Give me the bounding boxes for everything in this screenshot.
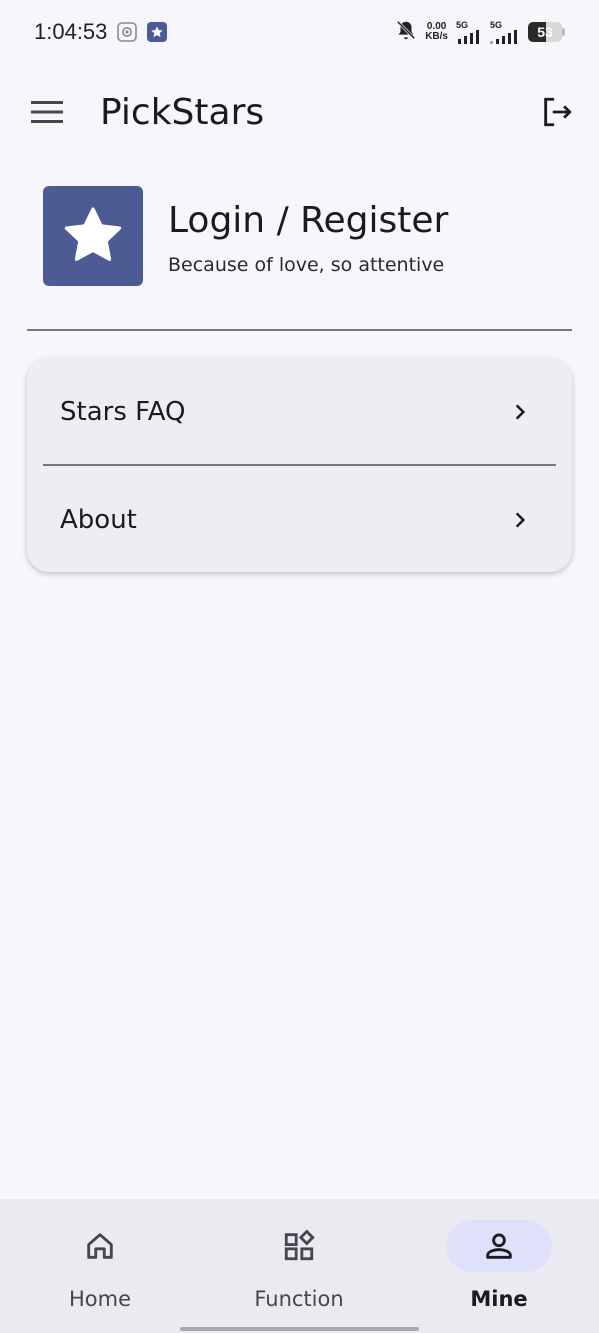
top-app-bar: PickStars	[0, 76, 599, 148]
net-speed: 0.00 KB/s	[425, 22, 448, 42]
nav-active-indicator	[446, 1220, 552, 1272]
bottom-navigation: Home Function Mine	[0, 1199, 599, 1333]
star-icon	[64, 207, 122, 261]
nav-icon-container	[47, 1220, 153, 1272]
divider	[27, 329, 572, 331]
signal-2: 5G	[490, 19, 520, 44]
nav-icon-container	[246, 1220, 352, 1272]
signal-icon	[458, 29, 479, 44]
menu-item-label: Stars FAQ	[60, 396, 186, 427]
login-register-link[interactable]: Login / Register	[168, 200, 448, 241]
battery-level: 53	[537, 24, 553, 40]
nav-label: Home	[68, 1287, 131, 1311]
signal-2-label: 5G	[490, 19, 503, 30]
signal-1: 5G	[456, 19, 482, 44]
nav-item-mine[interactable]: Mine	[399, 1199, 599, 1333]
status-bar: 1:04:53 0.00 KB/s 5G 5G 53	[0, 0, 599, 64]
gesture-handle[interactable]	[180, 1327, 419, 1331]
settings-icon	[117, 22, 138, 42]
app-title: PickStars	[100, 91, 265, 133]
menu-icon	[31, 101, 63, 123]
battery-icon: 53	[528, 22, 565, 42]
avatar[interactable]	[43, 186, 143, 286]
profile-header[interactable]: Login / Register Because of love, so att…	[43, 186, 573, 286]
battery-body: 53	[528, 22, 562, 42]
status-time: 1:04:53	[34, 19, 108, 44]
menu-item-about[interactable]: About	[27, 466, 572, 573]
logout-icon	[544, 97, 572, 127]
signal-icon	[490, 29, 517, 44]
profile-subtitle: Because of love, so attentive	[168, 254, 445, 276]
menu-item-stars-faq[interactable]: Stars FAQ	[27, 358, 572, 465]
status-right: 0.00 KB/s 5G 5G 53	[395, 19, 565, 45]
menu-item-label: About	[60, 504, 137, 535]
nav-item-function[interactable]: Function	[199, 1199, 399, 1333]
signal-1-label: 5G	[456, 19, 469, 30]
person-icon	[486, 1233, 512, 1259]
star-app-icon	[147, 22, 168, 42]
menu-button[interactable]	[28, 93, 66, 131]
chevron-right-icon	[508, 508, 532, 532]
net-speed-unit: KB/s	[425, 31, 448, 42]
nav-item-home[interactable]: Home	[0, 1199, 200, 1333]
nav-label: Function	[254, 1287, 344, 1311]
bell-off-icon	[395, 19, 417, 45]
battery-tip	[562, 28, 565, 36]
home-icon	[87, 1233, 113, 1259]
function-grid-icon	[284, 1229, 315, 1261]
menu-card: Stars FAQ About	[27, 358, 572, 572]
logout-button[interactable]	[537, 92, 577, 132]
status-left: 1:04:53	[34, 19, 168, 45]
chevron-right-icon	[508, 400, 532, 424]
nav-label: Mine	[470, 1287, 528, 1311]
